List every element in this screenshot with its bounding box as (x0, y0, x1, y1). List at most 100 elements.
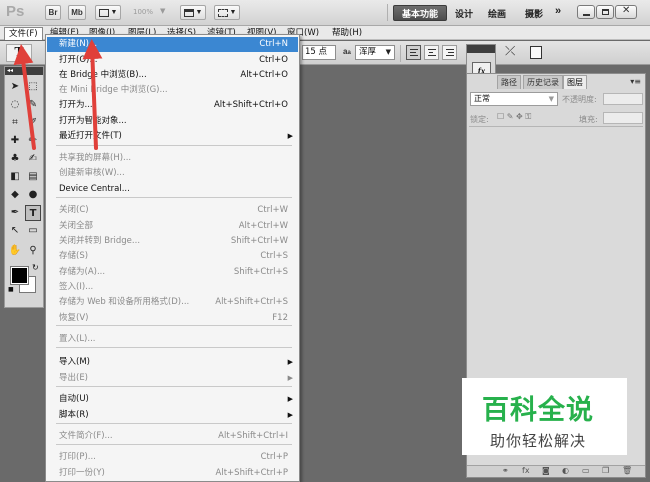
adjustment-layer-icon[interactable]: ◐ (562, 466, 569, 475)
align-center-button[interactable] (424, 45, 439, 60)
gradient-tool-icon[interactable]: ▤ (25, 169, 41, 185)
delete-layer-icon[interactable]: 🗑 (622, 466, 632, 475)
move-tool-icon[interactable]: ➤ (7, 79, 23, 95)
crop-tool-icon[interactable]: ⌗ (7, 115, 23, 131)
file-menu-item[interactable]: 新建(N)... Ctrl+N (47, 37, 298, 52)
file-menu-item[interactable]: 在 Bridge 中浏览(B)... Alt+Ctrl+O (47, 68, 298, 83)
path-selection-tool-icon[interactable]: ↖ (7, 223, 23, 239)
new-layer-icon[interactable]: ❐ (602, 466, 609, 475)
file-menu-item[interactable]: 共享我的屏幕(H)... (47, 151, 298, 166)
history-brush-tool-icon[interactable]: ✍ (25, 151, 41, 167)
brush-tool-icon[interactable]: ✏ (25, 133, 41, 149)
watermark-subtitle: 助你轻松解决 (490, 432, 587, 450)
panel-header[interactable] (467, 45, 495, 53)
file-menu-item[interactable]: 恢复(V) F12 (47, 311, 298, 326)
file-menu-item[interactable]: 存储(S) Ctrl+S (47, 249, 298, 264)
foreground-color-swatch[interactable] (10, 266, 29, 285)
file-menu-item[interactable]: 自动(U) ▶ (47, 392, 298, 407)
menu-separator (56, 197, 292, 198)
lasso-tool-icon[interactable]: ◌ (7, 97, 23, 113)
file-menu-item[interactable]: 关闭并转到 Bridge... Shift+Ctrl+W (47, 234, 298, 249)
font-size-field[interactable]: 15 点 (302, 45, 336, 60)
workspace-design-button[interactable]: 设计 (455, 7, 473, 20)
workspace-painting-button[interactable]: 绘画 (488, 7, 506, 20)
file-menu-item[interactable]: 打开(O)... Ctrl+O (47, 53, 298, 68)
menu-file[interactable]: 文件(F) (4, 27, 43, 40)
file-menu-item[interactable]: 签入(I)... (47, 280, 298, 295)
fill-label: 填充: (579, 115, 598, 124)
file-menu-item[interactable]: 导出(E) ▶ (47, 371, 298, 386)
warp-text-icon[interactable]: ⤫ (505, 44, 515, 59)
workspace-essentials-button[interactable]: 基本功能 (393, 5, 447, 21)
zoom-level[interactable]: 100% (133, 8, 153, 16)
menu-help[interactable]: 帮助(H) (328, 27, 366, 40)
arrange-documents-button[interactable]: ▼ (180, 5, 206, 20)
eraser-tool-icon[interactable]: ◧ (7, 169, 23, 185)
close-window-button[interactable]: ✕ (615, 5, 637, 19)
more-workspaces-button[interactable]: » (555, 5, 561, 17)
swap-colors-icon[interactable]: ↻ (32, 263, 39, 272)
menu-item-label: 打印(P)... (59, 452, 96, 462)
align-right-button[interactable] (442, 45, 457, 60)
layer-mask-icon[interactable]: ◙ (542, 466, 550, 475)
file-menu-item[interactable]: 创建新审核(W)... (47, 166, 298, 181)
file-menu-item[interactable]: 存储为 Web 和设备所用格式(D)... Alt+Shift+Ctrl+S (47, 295, 298, 310)
file-menu-item[interactable]: 打开为智能对象... (47, 114, 298, 129)
fill-field[interactable] (603, 112, 643, 124)
file-menu-item[interactable]: 存储为(A)... Shift+Ctrl+S (47, 265, 298, 280)
file-menu-item[interactable]: 脚本(R) ▶ (47, 408, 298, 423)
minimize-button[interactable] (577, 5, 595, 19)
screen-mode-button[interactable]: ▼ (214, 5, 240, 20)
file-menu-item[interactable]: 文件简介(F)... Alt+Shift+Ctrl+I (47, 429, 298, 444)
tab-layers[interactable]: 图层 (563, 75, 587, 89)
view-extras-icon (98, 8, 109, 17)
view-extras-button[interactable]: ▼ (95, 5, 121, 20)
file-menu-item[interactable]: 置入(L)... (47, 332, 298, 347)
marquee-tool-icon[interactable]: ⬚ (25, 79, 41, 95)
file-menu-item[interactable]: 打印一份(Y) Alt+Shift+Ctrl+P (47, 466, 298, 481)
link-layers-icon[interactable]: ⚭ (502, 466, 509, 475)
workspace-photography-button[interactable]: 摄影 (525, 7, 543, 20)
file-menu-item[interactable]: Device Central... (47, 182, 298, 197)
panel-menu-icon[interactable]: ▾≡ (630, 77, 641, 86)
submenu-arrow-icon: ▶ (287, 395, 293, 403)
file-menu-item[interactable]: 在 Mini Bridge 中浏览(G)... (47, 83, 298, 98)
tab-paths[interactable]: 路径 (497, 75, 521, 89)
lock-icons[interactable]: ☐ ✎ ✥ ⚿ (497, 112, 531, 122)
healing-brush-tool-icon[interactable]: ✚ (7, 133, 23, 149)
dodge-tool-icon[interactable]: ● (25, 187, 41, 203)
panel-collapse-icon[interactable]: ◂◂ (5, 67, 43, 75)
menu-item-shortcut: Alt+Shift+Ctrl+S (215, 297, 288, 307)
opacity-label: 不透明度: (562, 95, 597, 104)
eyedropper-tool-icon[interactable]: ✐ (25, 115, 41, 131)
layer-style-icon[interactable]: fx (522, 466, 530, 475)
shape-tool-icon[interactable]: ▭ (25, 223, 41, 239)
default-colors-icon[interactable]: ■ (8, 286, 14, 293)
bridge-button[interactable]: Br (45, 5, 61, 20)
file-menu-item[interactable]: 关闭(C) Ctrl+W (47, 203, 298, 218)
file-menu-item[interactable]: 关闭全部 Alt+Ctrl+W (47, 219, 298, 234)
blend-mode-select[interactable]: 正常 ▼ (470, 92, 558, 106)
tool-preset-picker[interactable]: T (6, 44, 32, 62)
character-panel-icon[interactable] (530, 46, 542, 59)
file-menu-item[interactable]: 打开为... Alt+Shift+Ctrl+O (47, 98, 298, 113)
menu-item-label: Device Central... (59, 184, 130, 194)
blur-tool-icon[interactable]: ◆ (7, 187, 23, 203)
new-group-icon[interactable]: ▭ (582, 466, 590, 475)
file-menu-item[interactable]: 最近打开文件(T) ▶ (47, 129, 298, 144)
opacity-field[interactable] (603, 93, 643, 105)
hand-tool-icon[interactable]: ✋ (7, 243, 23, 259)
tab-history[interactable]: 历史记录 (523, 75, 563, 89)
pen-tool-icon[interactable]: ✒ (7, 205, 23, 221)
type-tool-icon[interactable]: T (25, 205, 41, 221)
mini-bridge-button[interactable]: Mb (68, 5, 86, 20)
align-left-button[interactable] (406, 45, 421, 60)
restore-button[interactable] (596, 5, 614, 19)
zoom-tool-icon[interactable]: ⚲ (25, 243, 41, 259)
menu-item-label: 关闭全部 (59, 221, 94, 231)
quick-select-tool-icon[interactable]: ✎ (25, 97, 41, 113)
file-menu-item[interactable]: 打印(P)... Ctrl+P (47, 450, 298, 465)
file-menu-item[interactable]: 导入(M) ▶ (47, 355, 298, 370)
clone-stamp-tool-icon[interactable]: ♣ (7, 151, 23, 167)
antialias-select[interactable]: 浑厚 ▼ (355, 45, 395, 60)
